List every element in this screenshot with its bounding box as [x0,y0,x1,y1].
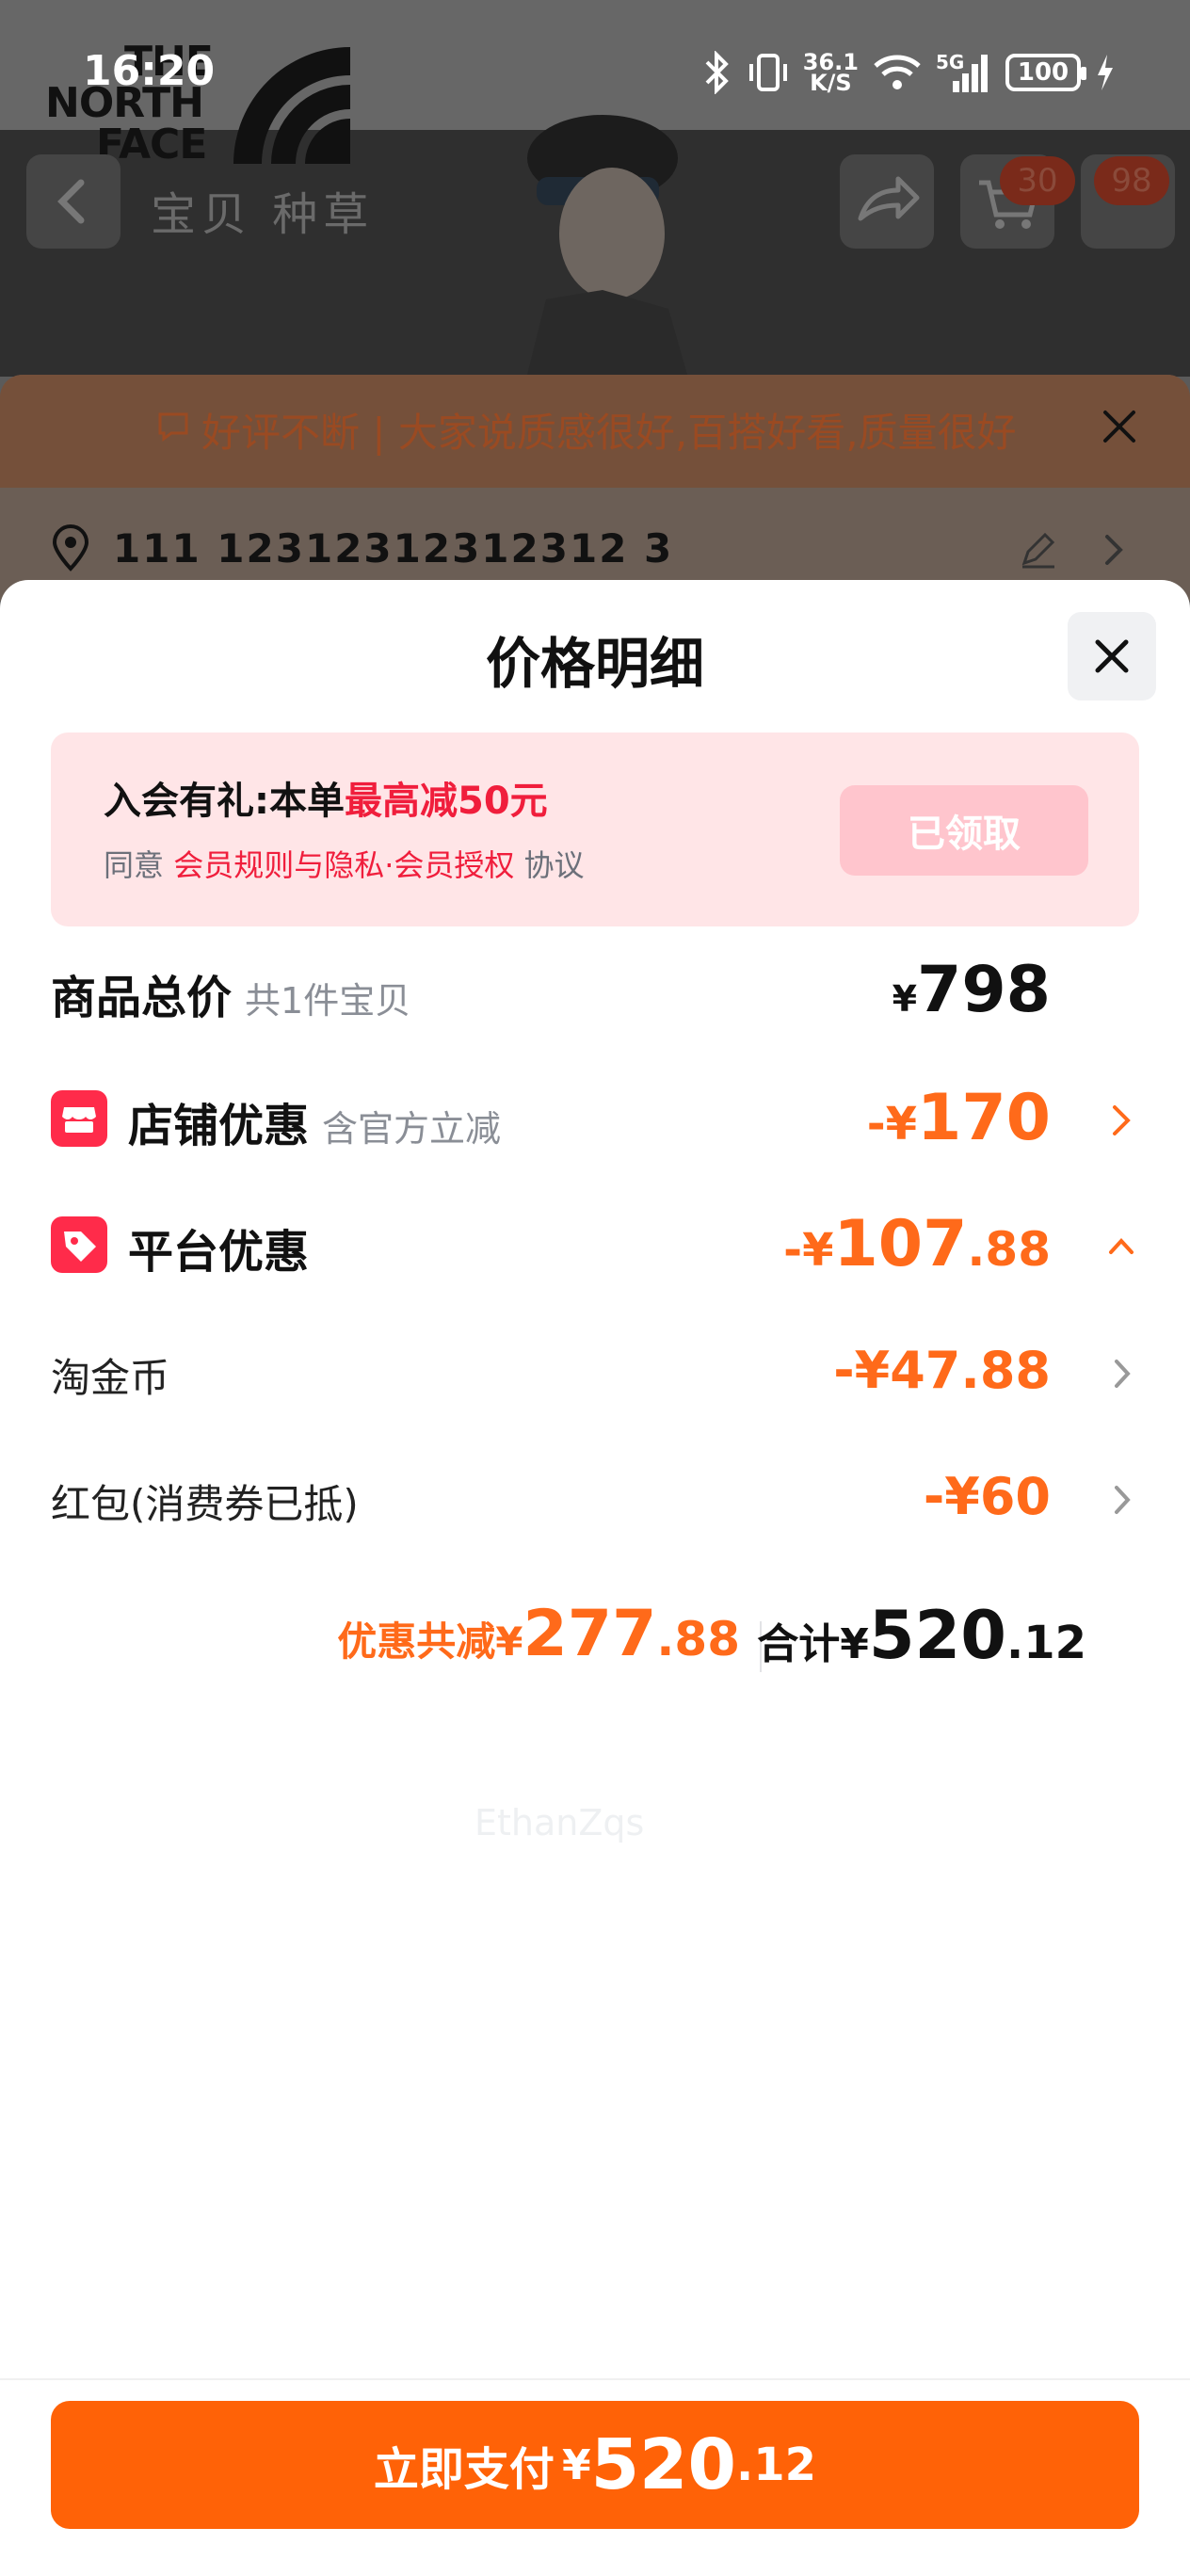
member-agreement: 同意 会员规则与隐私·会员授权 协议 [104,847,585,883]
pay-now-button[interactable]: 立即支付 ¥520.12 [51,2401,1139,2529]
address-text: 111 12312312312312 3 [113,524,674,572]
shop-discount-note: 含官方立减 [322,1108,502,1150]
row-platform-discount[interactable]: 平台优惠 -¥107.88 [51,1207,1139,1282]
watermark: EthanZqs [474,1802,645,1843]
member-benefit-card: 入会有礼:本单最高减50元 同意 会员规则与隐私·会员授权 协议 已领取 [51,733,1139,926]
chevron-right-icon [1115,1360,1131,1388]
share-button [840,154,934,249]
status-time: 16:20 [83,47,216,95]
location-pin-icon [52,524,89,572]
row-red-packet[interactable]: 红包(消费券已抵) -¥60 [51,1465,1139,1531]
cell-signal-icon: 5G [936,51,992,94]
row-taojinbi[interactable]: 淘金币 -¥47.88 [51,1339,1139,1405]
shop-discount-amount: -¥170 [866,1081,1051,1155]
chevron-right-icon [1113,1105,1131,1135]
back-button [26,154,121,249]
net-speed: 36.1 K/S [802,49,859,96]
bluetooth-icon [705,51,729,94]
bottom-pay-bar: 立即支付 ¥520.12 [0,2378,1190,2576]
nav-tabs: 宝贝 种草 [151,188,375,241]
screen: THE NORTH FACE 16:20 36.1 K/S 5G 100 宝贝 … [0,0,1190,2576]
platform-discount-amount: -¥107.88 [783,1207,1051,1281]
shop-discount-label: 店铺优惠 [128,1100,310,1152]
close-icon [1103,411,1135,443]
share-icon [858,176,920,221]
totals-summary: 优惠共减¥277.88 合计¥520.12 [0,1597,1190,1691]
sheet-title: 价格明细 [485,632,704,696]
taojinbi-label: 淘金币 [51,1355,170,1401]
total-payable: 合计¥520.12 [757,1597,1086,1674]
red-packet-amount: -¥60 [923,1467,1051,1526]
edit-icon [1021,532,1055,569]
charging-icon [1098,55,1113,90]
battery-indicator: 100 [1005,54,1086,91]
platform-discount-label: 平台优惠 [128,1226,310,1279]
sheet-close-button[interactable] [1068,612,1156,700]
member-rules-link[interactable]: 会员规则与隐私·会员授权 [173,847,514,883]
item-total-label: 商品总价 [51,972,233,1024]
background-page: THE NORTH FACE 16:20 36.1 K/S 5G 100 宝贝 … [0,0,1190,601]
model-photo [527,115,687,375]
red-packet-label: 红包(消费券已抵) [51,1481,359,1527]
close-icon [1095,639,1129,673]
review-text: 好评不断 | 大家说质感很好,百搭好看,质量很好 [201,410,1017,456]
item-total-amount: ¥798 [892,953,1051,1027]
taojinbi-amount: -¥47.88 [833,1341,1051,1400]
brand-arcs-icon [233,47,350,164]
total-discount: 优惠共减¥277.88 [337,1597,740,1671]
item-count: 共1件宝贝 [245,980,411,1022]
tag-icon [51,1216,107,1273]
chat-bubble-icon [158,412,188,442]
shop-icon [51,1090,107,1147]
row-shop-discount[interactable]: 店铺优惠 含官方立减 -¥170 [51,1081,1139,1156]
status-icons: 36.1 K/S 5G 100 [701,49,1117,96]
member-benefit-title: 入会有礼:本单最高减50元 [104,780,548,823]
price-detail-sheet: 价格明细 入会有礼:本单最高减50元 同意 会员规则与隐私·会员授权 协议 已领… [0,580,1190,2576]
cart-badge: 30 [1000,156,1075,205]
message-badge: 98 [1094,156,1169,205]
wifi-icon [874,55,921,89]
chevron-right-icon [1105,535,1123,565]
chevron-left-icon [57,179,85,224]
chevron-up-icon [1109,1238,1134,1254]
address-row: 111 12312312312312 3 [49,520,673,576]
vibrate-icon [748,54,787,91]
chevron-right-icon [1115,1486,1131,1514]
row-item-total: 商品总价 共1件宝贝 ¥798 [51,953,1139,1028]
claimed-button[interactable]: 已领取 [840,785,1088,876]
